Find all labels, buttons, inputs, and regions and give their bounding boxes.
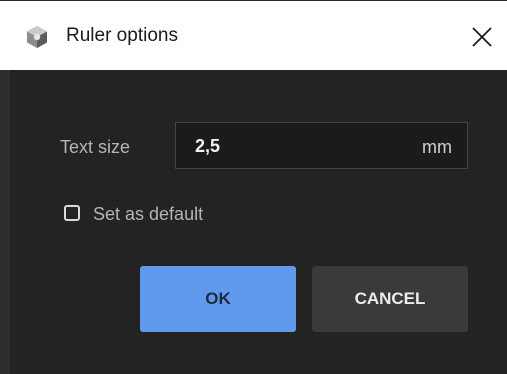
ok-button[interactable]: OK [140, 266, 296, 332]
set-as-default-label[interactable]: Set as default [93, 203, 203, 225]
cancel-button[interactable]: CANCEL [312, 266, 468, 332]
cube-icon [27, 26, 47, 48]
dialog-title: Ruler options [66, 25, 178, 46]
title-bar: Ruler options [0, 0, 507, 70]
text-size-input[interactable]: 2,5 mm [175, 122, 468, 169]
window-edge [0, 70, 10, 374]
text-size-label: Text size [60, 137, 131, 157]
close-icon[interactable] [470, 25, 494, 49]
set-as-default-checkbox[interactable] [64, 205, 80, 221]
text-size-value[interactable]: 2,5 [195, 135, 220, 157]
text-size-unit: mm [422, 137, 452, 157]
